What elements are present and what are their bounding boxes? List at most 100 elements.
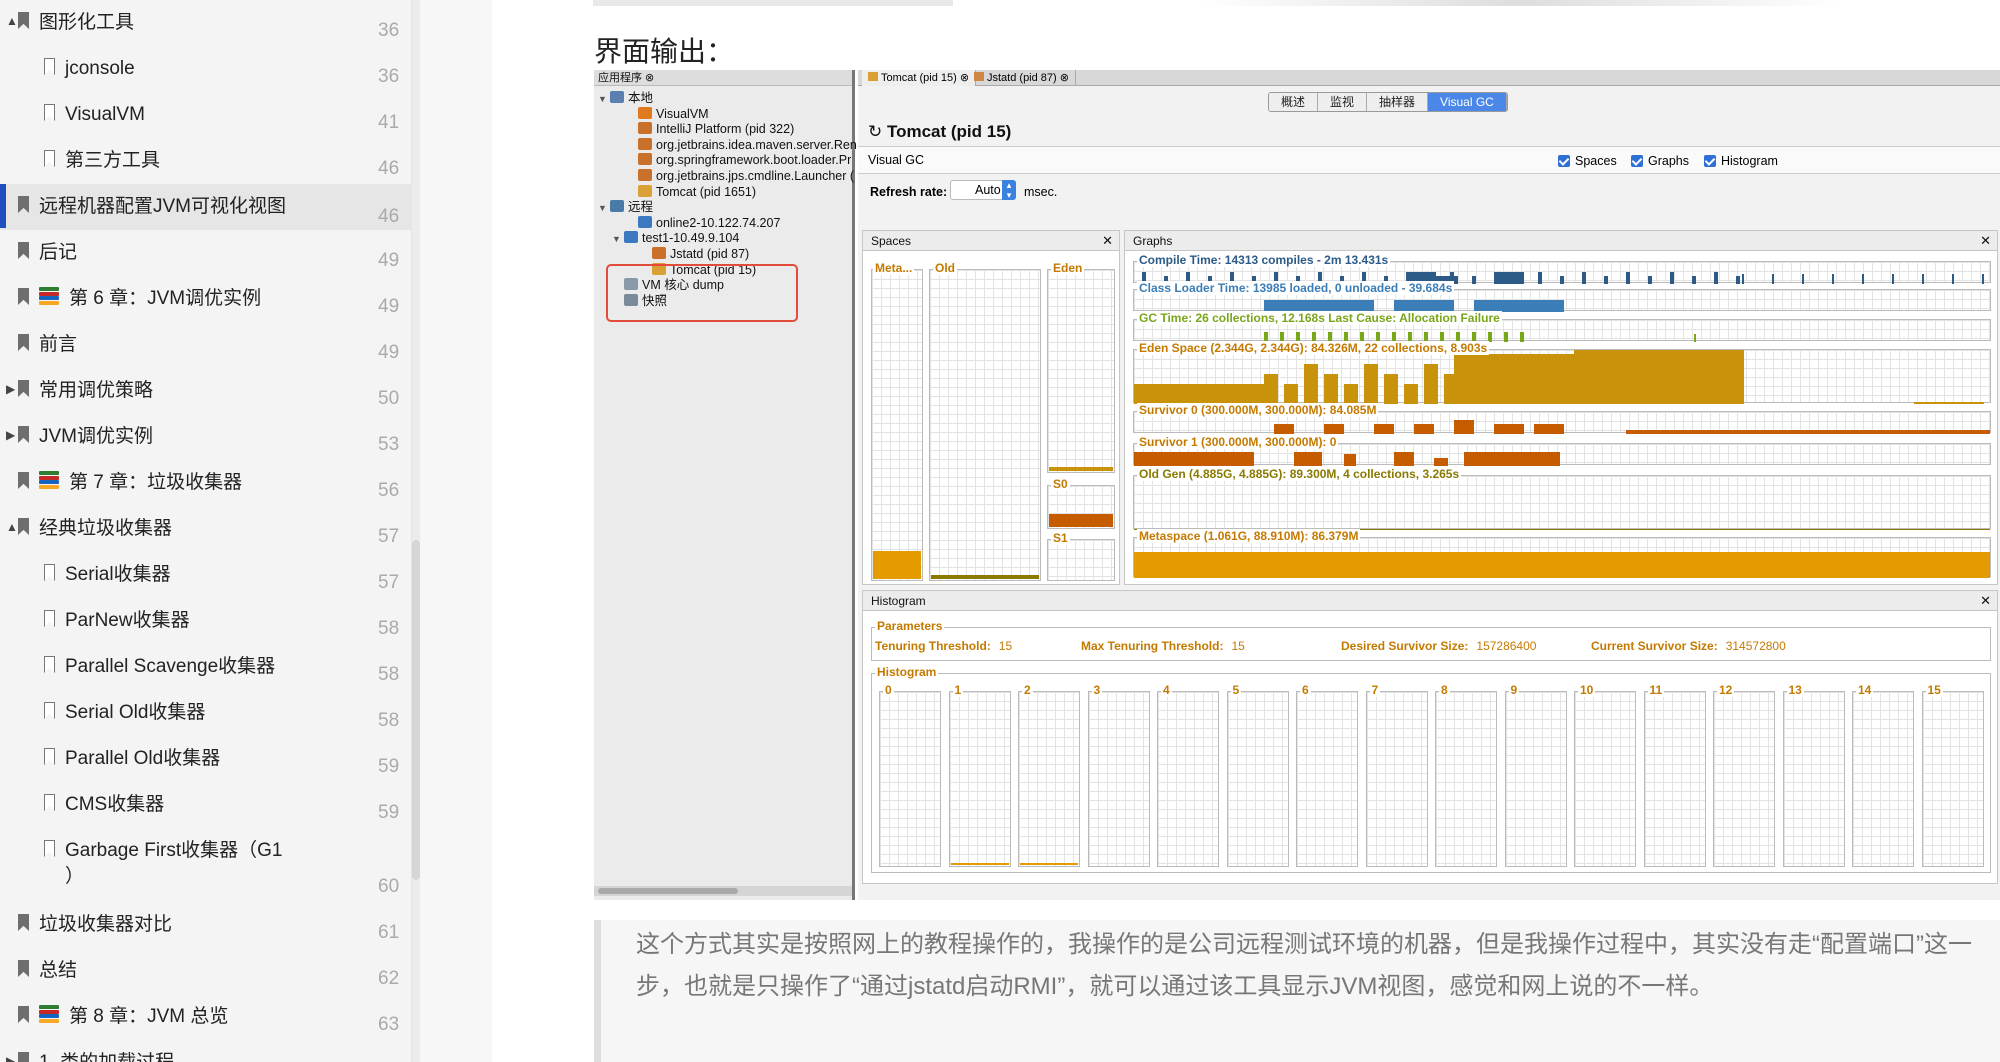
disclosure-triangle-icon[interactable]: ▼ <box>598 198 610 218</box>
toc-page-number: 59 <box>378 756 400 777</box>
toc-item-label: 垃圾收集器对比 <box>39 914 173 935</box>
graph-plot <box>1134 552 1990 578</box>
space-eden <box>1047 269 1115 473</box>
view-overview[interactable]: 概述 <box>1269 93 1319 111</box>
toc-page-number: 46 <box>378 158 400 179</box>
graph-sample <box>1424 364 1438 404</box>
doc-tab-tomcat[interactable]: Tomcat (pid 15) ⊗ <box>862 70 977 86</box>
host-icon <box>624 231 638 244</box>
toc-item[interactable]: Garbage First收集器（G1 ） 60 <box>0 838 411 910</box>
toc-item[interactable]: ParNew收集器 58 <box>0 608 411 644</box>
toc-item[interactable]: Parallel Scavenge收集器 58 <box>0 654 411 690</box>
disclosure-triangle-icon[interactable]: ▼ <box>598 89 610 109</box>
section-bar: Visual GC Spaces Graphs Histogram <box>858 146 2000 174</box>
toc-item[interactable]: Serial收集器 57 <box>0 562 411 598</box>
toc-scrollbar-thumb[interactable] <box>412 540 420 880</box>
toc-page-number: 58 <box>378 710 400 731</box>
highlight-box <box>606 264 798 322</box>
tree-hscrollbar-thumb[interactable] <box>598 888 738 894</box>
bookmark-icon <box>44 58 55 75</box>
toc-item[interactable]: 第 6 章：JVM调优实例 49 <box>0 286 411 322</box>
toggle-spaces[interactable]: Spaces <box>1558 154 1617 168</box>
histogram-bin <box>1018 691 1080 867</box>
disclosure-triangle-icon[interactable]: ▶ <box>6 1054 18 1062</box>
histogram-bin <box>1435 691 1497 867</box>
book-stripe <box>39 291 59 296</box>
toggle-graphs[interactable]: Graphs <box>1631 154 1689 168</box>
disclosure-triangle-icon[interactable]: ▼ <box>612 229 624 249</box>
toc-item-label: VisualVM <box>65 104 145 125</box>
graph-sample <box>1304 364 1318 404</box>
toc-item[interactable]: VisualVM 41 <box>0 102 411 138</box>
book-stripe <box>39 300 59 305</box>
graph-sample <box>1534 424 1564 434</box>
parameter: Max Tenuring Threshold: 15 <box>1081 639 1245 653</box>
parameter-value: 157286400 <box>1476 639 1537 653</box>
view-sampler[interactable]: 抽样器 <box>1367 93 1429 111</box>
view-monitor[interactable]: 监视 <box>1318 93 1368 111</box>
toc-item[interactable]: 前言 49 <box>0 332 411 368</box>
graph-sample <box>1516 276 1520 284</box>
refresh-rate-select[interactable]: Auto ▴ ▾ <box>950 180 1016 200</box>
graph-sample <box>1404 384 1418 404</box>
toc-item[interactable]: ▲ 经典垃圾收集器 57 <box>0 516 411 552</box>
graph-sample <box>1832 274 1834 284</box>
toc-page-number: 60 <box>378 876 400 897</box>
toc-item[interactable]: ▶1. 类的加载过程63 <box>0 1050 411 1062</box>
graph-sample <box>1134 552 1990 578</box>
book-stripe <box>39 480 59 484</box>
toc-item-label-wrap: 第 7 章：垃圾收集器 <box>69 470 242 496</box>
space-s0 <box>1047 485 1115 529</box>
toc-item-label-wrap: 1. 类的加载过程 <box>39 1050 174 1062</box>
toc-item[interactable]: ▲ 图形化工具 36 <box>0 10 411 46</box>
toc-page-number: 49 <box>378 250 400 271</box>
book-stripe <box>39 1018 59 1023</box>
toc-item[interactable]: 后记 49 <box>0 240 411 276</box>
graph-sample <box>1434 458 1448 466</box>
toc-item[interactable]: 远程机器配置JVM可视化视图 46 <box>0 184 411 230</box>
toc-item[interactable]: Serial Old收集器 58 <box>0 700 411 736</box>
applications-tab[interactable]: 应用程序 ⊗ <box>594 70 852 86</box>
histogram-bin <box>1574 691 1636 867</box>
graph-sample <box>1648 276 1652 284</box>
toc-page-number: 61 <box>378 922 400 943</box>
doc-tab-jstatd[interactable]: Jstatd (pid 87) ⊗ <box>968 70 1076 86</box>
toc-item[interactable]: ▶ 常用调优策略 50 <box>0 378 411 414</box>
view-visual-gc[interactable]: Visual GC <box>1428 93 1507 111</box>
disclosure-triangle-icon[interactable]: ▲ <box>6 14 18 28</box>
close-icon[interactable]: ✕ <box>1980 591 1991 611</box>
parameter-name: Current Survivor Size: <box>1591 639 1718 653</box>
histogram-bin-label: 15 <box>1925 683 1943 697</box>
toc-page-number: 56 <box>378 480 400 501</box>
graph-sample <box>1772 274 1774 284</box>
disclosure-triangle-icon[interactable]: ▶ <box>6 382 18 396</box>
graph-7 <box>1133 537 1991 578</box>
histogram-bin-label: 14 <box>1856 683 1874 697</box>
toc-scrollbar[interactable] <box>412 0 420 1062</box>
toc-item-label-wrap: 总结 <box>39 958 77 984</box>
toc-item[interactable]: CMS收集器 59 <box>0 792 411 828</box>
toc-item[interactable]: Parallel Old收集器 59 <box>0 746 411 782</box>
toggle-histogram[interactable]: Histogram <box>1704 154 1778 168</box>
toc-page-number: 59 <box>378 802 400 823</box>
host-icon <box>638 215 652 228</box>
toc-item[interactable]: 第 7 章：垃圾收集器 56 <box>0 470 411 506</box>
toc-item[interactable]: jconsole 36 <box>0 56 411 92</box>
close-icon[interactable]: ✕ <box>1980 231 1991 251</box>
refresh-spinner-icon: ↻ <box>868 122 887 141</box>
toc-item[interactable]: 第三方工具 46 <box>0 148 411 184</box>
disclosure-triangle-icon[interactable]: ▶ <box>6 428 18 442</box>
graph-sample <box>1922 274 1924 284</box>
disclosure-triangle-icon[interactable]: ▲ <box>6 520 18 534</box>
toc-item-label: 总结 <box>39 960 78 981</box>
toc-item[interactable]: 总结 62 <box>0 958 411 994</box>
close-icon[interactable]: ✕ <box>1102 231 1113 251</box>
histogram-bin-label: 8 <box>1439 683 1450 697</box>
histogram-bin <box>1157 691 1219 867</box>
space-fill-eden <box>1049 466 1113 471</box>
toc-item[interactable]: 第 8 章：JVM 总览 63 <box>0 1004 411 1040</box>
toc-item[interactable]: 垃圾收集器对比 61 <box>0 912 411 948</box>
toc-page-number: 46 <box>378 206 400 227</box>
toc-item[interactable]: ▶ JVM调优实例 53 <box>0 424 411 460</box>
graph-sample <box>1464 452 1560 466</box>
